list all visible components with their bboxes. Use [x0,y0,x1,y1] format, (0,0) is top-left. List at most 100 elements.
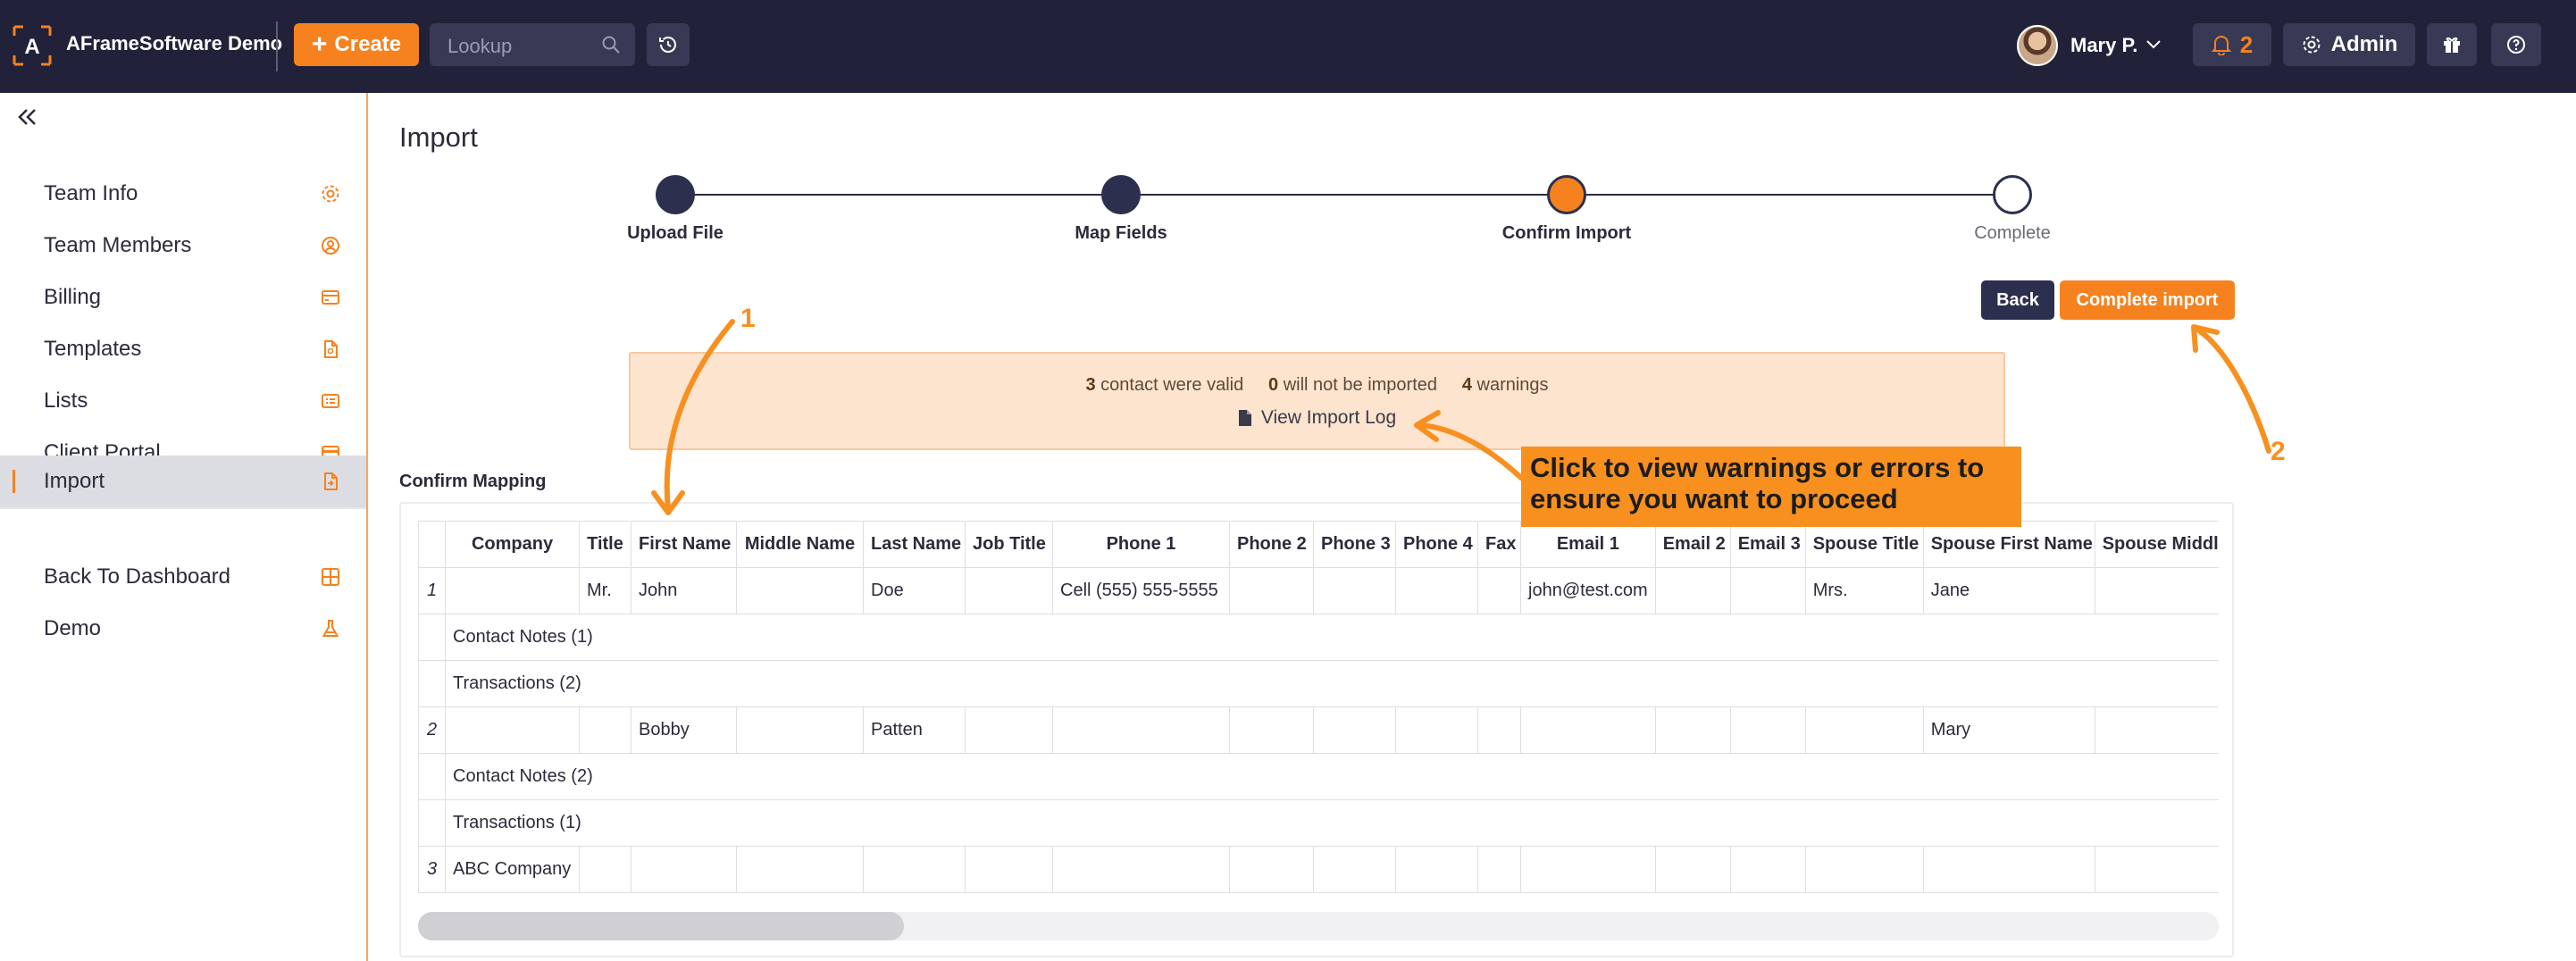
subrow-label[interactable]: Contact Notes (2) [445,753,2219,800]
brand-name[interactable]: AFrameSoftware Demo [66,32,282,55]
table-cell: Doe [863,567,966,614]
table-cell [736,706,864,754]
table-cell [1313,706,1396,754]
column-header: Phone 4 [1395,521,1478,568]
help-button[interactable] [2491,23,2541,66]
divider [276,21,278,71]
sidebar-item-templates[interactable]: Templates [0,323,366,375]
mapping-table-scroll-area[interactable]: Company Title First Name Middle Name Last Na… [418,521,2219,896]
table-cell [1922,846,2095,893]
column-header: Job Title [965,521,1053,568]
sidebar-item-billing[interactable]: Billing [0,272,366,323]
column-header: First Name [631,521,737,568]
table-cell [1729,567,1806,614]
table-cell: Mr. [579,567,631,614]
admin-label: Admin [2330,32,2398,56]
mapping-table: Company Title First Name Middle Name Last Na… [418,521,2219,893]
user-circle-icon [322,237,339,255]
column-header: Email 3 [1729,521,1806,568]
gift-button[interactable] [2427,23,2477,66]
avatar[interactable] [2017,25,2058,66]
table-subrow[interactable]: Contact Notes (1) [418,614,2219,661]
notifications-button[interactable]: 2 [2193,23,2271,66]
column-header: Company [445,521,580,568]
step-label-map-fields: Map Fields [1075,223,1167,243]
sidebar-item-demo[interactable]: Demo [0,603,366,655]
gear-icon [2303,36,2321,54]
table-row: 1 Mr. John Doe Cell (555) 555-5555 john@test.… [418,567,2219,614]
table-cell [1520,846,1656,893]
table-cell [1804,706,1924,754]
callout-line-1: Click to view warnings or errors to [1530,452,1985,483]
lookup-input[interactable]: Lookup [430,23,635,66]
row-number [418,753,446,800]
top-bar: A AFrameSoftware Demo + Create Lookup Ma… [0,0,2576,93]
sidebar-item-lists[interactable]: Lists [0,375,366,427]
table-cell [1654,567,1731,614]
complete-import-button[interactable]: Complete import [2060,280,2235,320]
row-number [418,614,446,661]
stepper-line [675,194,2011,196]
sidebar-item-back-to-dashboard[interactable]: Back To Dashboard [0,551,366,603]
horizontal-scrollbar[interactable] [418,912,2219,940]
step-label-confirm-import: Confirm Import [1501,223,1632,243]
table-cell [1229,706,1314,754]
annotation-marker-1: 1 [740,304,756,333]
create-label: Create [334,32,402,56]
mapping-table-card: Company Title First Name Middle Name Last Na… [399,502,2234,957]
sidebar-item-team-members[interactable]: Team Members [0,220,366,272]
list-icon [322,394,339,408]
sidebar-item-team-info[interactable]: Team Info [0,168,366,220]
table-cell [2094,846,2219,893]
table-row: 2 Bobby Patten Mary [418,706,2219,754]
scrollbar-thumb[interactable] [418,912,904,940]
column-header: Phone 2 [1229,521,1314,568]
admin-button[interactable]: Admin [2283,23,2415,66]
table-cell [579,846,631,893]
subrow-label[interactable]: Contact Notes (1) [445,614,2219,661]
sidebar-item-import[interactable]: Import [0,455,366,507]
view-import-log-label: View Import Log [1260,407,1397,428]
row-number: 2 [418,706,446,754]
table-cell [1052,706,1230,754]
aframe-logo-icon[interactable]: A [13,25,52,66]
warnings-text: warnings [1476,375,1549,395]
collapse-sidebar-icon[interactable] [16,105,39,129]
sidebar-item-label: Billing [44,285,102,309]
table-subrow[interactable]: Transactions (1) [418,799,2219,847]
plus-icon: + [311,29,328,59]
table-cell: john@test.com [1520,567,1656,614]
table-row: 3 ABC Company [418,846,2219,893]
arrow-2-head [2191,324,2220,353]
sidebar-divider [0,507,366,509]
subrow-label[interactable]: Transactions (2) [445,660,2219,707]
view-import-log-link[interactable]: View Import Log [631,407,2003,429]
subrow-label[interactable]: Transactions (1) [445,799,2219,847]
table-cell: Cell (555) 555-5555 [1052,567,1230,614]
table-subrow[interactable]: Transactions (2) [418,660,2219,707]
file-icon [324,340,338,358]
tutorial-callout: Click to view warnings or errors to ensu… [1521,447,2021,527]
back-button[interactable]: Back [1981,280,2054,320]
grid-icon [322,568,339,586]
table-cell [1395,567,1478,614]
column-header: Spouse First Name [1922,521,2095,568]
chevron-down-icon[interactable] [2144,34,2163,54]
table-cell [965,567,1053,614]
table-cell: Mary [1922,706,2095,754]
column-header: Phone 3 [1313,521,1396,568]
step-dot-confirm-import [1547,175,1586,214]
history-button[interactable] [647,23,690,66]
sidebar-item-label: Back To Dashboard [44,564,231,589]
bell-icon [2211,36,2231,55]
table-cell [1477,846,1521,893]
sidebar: Team Info Team Members Billing Templates… [0,93,368,961]
column-header: Phone 1 [1052,521,1230,568]
table-cell [1804,846,1924,893]
user-name[interactable]: Mary P. [2070,34,2137,57]
table-cell [1654,706,1731,754]
create-button[interactable]: + Create [294,23,419,66]
table-subrow[interactable]: Contact Notes (2) [418,753,2219,800]
column-header: Spouse Middle N [2094,521,2219,568]
callout-line-2: ensure you want to proceed [1530,483,1898,514]
